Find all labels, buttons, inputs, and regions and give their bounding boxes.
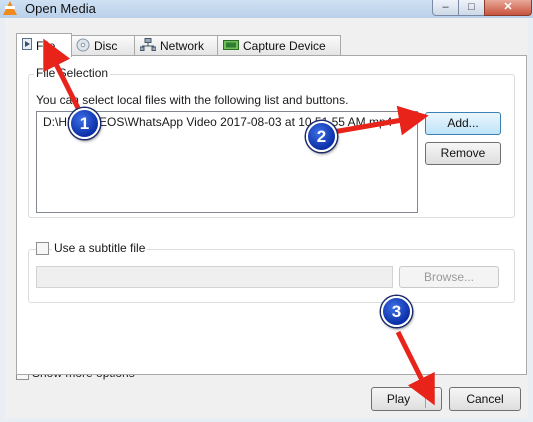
arrow-1 [43, 38, 81, 110]
step-badge-3: 3 [381, 296, 412, 327]
step-badge-2: 2 [306, 121, 337, 152]
arrow-2 [332, 105, 429, 136]
annotation-arrows [43, 38, 435, 406]
step-badge-1: 1 [69, 108, 100, 139]
arrow-3 [395, 330, 435, 406]
